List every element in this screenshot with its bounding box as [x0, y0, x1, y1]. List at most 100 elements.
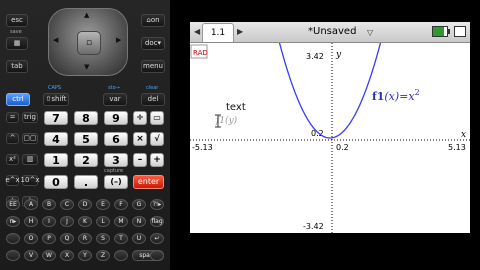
function-f1-exponent: 2: [415, 88, 420, 97]
tab-page-1-1[interactable]: 1.1: [202, 23, 234, 42]
navigation-touchpad[interactable]: ▲ ▼ ◀ ▶ ▫: [48, 8, 128, 76]
key-7[interactable]: 7: [44, 111, 68, 125]
escape-key[interactable]: esc: [6, 14, 28, 27]
graphs-page[interactable]: RAD 3.42 -3.42 -5.13 5.13 0.2 0.2 y x f1…: [190, 43, 470, 233]
key-3[interactable]: 3: [104, 153, 128, 167]
alpha-key-blank[interactable]: [6, 250, 20, 261]
square-key[interactable]: x²: [6, 154, 19, 165]
alpha-key-e[interactable]: E: [96, 199, 110, 210]
alpha-key-r[interactable]: R: [78, 233, 92, 244]
delete-key[interactable]: del: [141, 93, 165, 106]
trig-icon: trig: [23, 113, 36, 121]
pointer-icon: ▫: [85, 38, 93, 48]
scratchpad-key[interactable]: ▦: [6, 37, 28, 50]
fraction-key[interactable]: ▭: [150, 111, 164, 125]
ten-power-key[interactable]: 10^x: [21, 175, 39, 186]
doc-key[interactable]: doc▾: [141, 37, 165, 50]
alpha-key-u[interactable]: U: [132, 233, 146, 244]
battery-tip: [448, 29, 450, 34]
enter-key[interactable]: enter: [133, 175, 164, 189]
catalog-key[interactable]: ▥: [22, 154, 38, 165]
alpha-key-f[interactable]: F: [114, 199, 128, 210]
alpha-key-g[interactable]: G: [132, 199, 146, 210]
alpha-key-blank[interactable]: [150, 250, 164, 261]
key-9[interactable]: 9: [104, 111, 128, 125]
alpha-key-i[interactable]: I: [42, 216, 56, 227]
function-f1-curve[interactable]: [277, 43, 384, 139]
alpha-key-j[interactable]: J: [60, 216, 74, 227]
alpha-key-a[interactable]: A: [24, 199, 38, 210]
graph-canvas[interactable]: RAD 3.42 -3.42 -5.13 5.13 0.2 0.2 y x f1…: [190, 43, 470, 233]
arrow-up-icon: ▲: [84, 11, 90, 19]
var-key[interactable]: var: [103, 93, 127, 106]
alpha-key-blank[interactable]: [6, 233, 20, 244]
alpha-key-h[interactable]: H: [24, 216, 38, 227]
caret-key[interactable]: ^: [6, 133, 19, 144]
alpha-key-m[interactable]: M: [114, 216, 128, 227]
alpha-key-q[interactable]: Q: [60, 233, 74, 244]
key-decimal[interactable]: .: [74, 175, 98, 189]
key-4[interactable]: 4: [44, 132, 68, 146]
x-origin-tick-label: 0.2: [336, 143, 349, 152]
shift-key[interactable]: ⇧shift: [43, 93, 69, 106]
alpha-key-z[interactable]: Z: [96, 250, 110, 261]
alpha-key-s[interactable]: S: [96, 233, 110, 244]
alpha-key-v[interactable]: V: [24, 250, 38, 261]
alpha-key-blank[interactable]: [114, 250, 128, 261]
key-5[interactable]: 5: [74, 132, 98, 146]
squareroot-icon: √: [154, 134, 160, 143]
handheld-screen: ◀ 1.1 ▶ *Unsaved ▽ RAD 3.42 -3.42 -5.13 …: [170, 0, 480, 270]
minus-key[interactable]: –: [133, 153, 147, 167]
alpha-key-k[interactable]: K: [78, 216, 92, 227]
next-page-icon[interactable]: ▶: [237, 27, 243, 36]
fraction-icon: ▭: [153, 113, 161, 122]
key-8[interactable]: 8: [74, 111, 98, 125]
function-f1-name: f1: [372, 90, 384, 103]
clear-label: clear: [146, 85, 159, 91]
previous-page-icon[interactable]: ◀: [194, 27, 200, 36]
alpha-key-sym[interactable]: π▸: [6, 216, 20, 227]
alpha-key-ee[interactable]: EE: [6, 199, 20, 210]
multiply-key[interactable]: ×: [133, 132, 147, 146]
home-on-key[interactable]: ⌂on: [141, 14, 165, 27]
alpha-key-b[interactable]: B: [42, 199, 56, 210]
angle-mode-label: RAD: [193, 49, 208, 57]
save-label: save: [10, 29, 22, 35]
function-f1-label[interactable]: f1(x)=x2: [372, 88, 420, 103]
alpha-key-y[interactable]: Y: [78, 250, 92, 261]
y-max-label: 3.42: [306, 52, 324, 61]
key-1[interactable]: 1: [44, 153, 68, 167]
alpha-key-p[interactable]: P: [42, 233, 56, 244]
catalog-icon: ▥: [26, 155, 34, 163]
alpha-key-l[interactable]: L: [96, 216, 110, 227]
alpha-key-o[interactable]: O: [24, 233, 38, 244]
tab-key[interactable]: tab: [6, 60, 28, 73]
alpha-key-flag[interactable]: flag: [150, 216, 164, 227]
menu-key[interactable]: menu: [141, 60, 165, 73]
plus-key[interactable]: +: [150, 153, 164, 167]
document-menu-chevron-icon[interactable]: ▽: [367, 28, 373, 37]
exp-key[interactable]: e^x: [5, 175, 20, 186]
key-negative[interactable]: (–): [104, 175, 128, 189]
divide-key[interactable]: ÷: [133, 111, 147, 125]
key-2[interactable]: 2: [74, 153, 98, 167]
y-origin-tick-label: 0.2: [311, 129, 324, 138]
trig-key[interactable]: trig: [22, 112, 38, 123]
template-key[interactable]: ▢▢: [22, 133, 38, 144]
equals-key[interactable]: =: [6, 112, 19, 123]
alpha-key-w[interactable]: W: [42, 250, 56, 261]
touchpad-click-button[interactable]: ▫: [77, 31, 101, 55]
ctrl-key[interactable]: ctrl: [6, 93, 30, 106]
alpha-key-t[interactable]: T: [114, 233, 128, 244]
key-0[interactable]: 0: [44, 175, 68, 189]
squareroot-key[interactable]: √: [150, 132, 164, 146]
alpha-key-d[interactable]: D: [78, 199, 92, 210]
key-6[interactable]: 6: [104, 132, 128, 146]
alpha-key-n[interactable]: N: [132, 216, 146, 227]
alpha-key-x[interactable]: X: [60, 250, 74, 261]
window-icon[interactable]: [454, 26, 466, 37]
function-f1-expression: (x)=x: [384, 90, 415, 103]
alpha-key-c[interactable]: C: [60, 199, 74, 210]
alpha-key-sym[interactable]: ↵: [150, 233, 164, 244]
alpha-key-sym[interactable]: ?!▸: [150, 199, 164, 210]
